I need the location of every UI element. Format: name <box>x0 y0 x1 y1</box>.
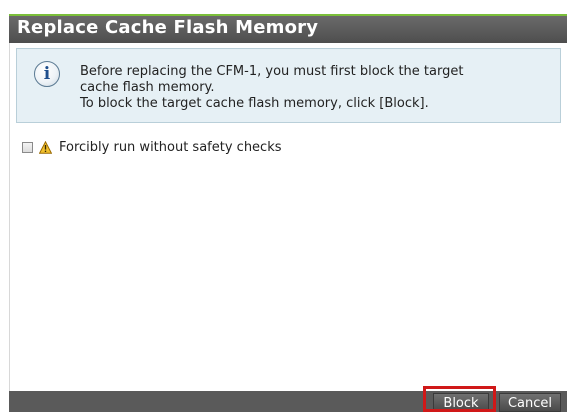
info-message-line: cache flash memory. <box>80 80 215 95</box>
info-icon: i <box>34 61 60 87</box>
force-run-checkbox[interactable] <box>22 141 33 153</box>
dialog-title-bar: Replace Cache Flash Memory <box>9 14 567 43</box>
info-message: Before replacing the CFM-1, you must fir… <box>80 64 550 112</box>
force-run-option: Forcibly run without safety checks <box>22 138 282 156</box>
warning-icon <box>39 140 52 154</box>
block-button[interactable]: Block <box>433 393 489 412</box>
info-message-line: To block the target cache flash memory, … <box>80 96 429 111</box>
replace-cfm-dialog: Replace Cache Flash Memory i Before repl… <box>0 0 567 412</box>
force-run-label: Forcibly run without safety checks <box>59 139 282 155</box>
info-message-line: Before replacing the CFM-1, you must fir… <box>80 64 464 79</box>
info-message-box: i Before replacing the CFM-1, you must f… <box>16 48 561 123</box>
cancel-button[interactable]: Cancel <box>499 393 561 412</box>
dialog-title: Replace Cache Flash Memory <box>17 17 319 38</box>
